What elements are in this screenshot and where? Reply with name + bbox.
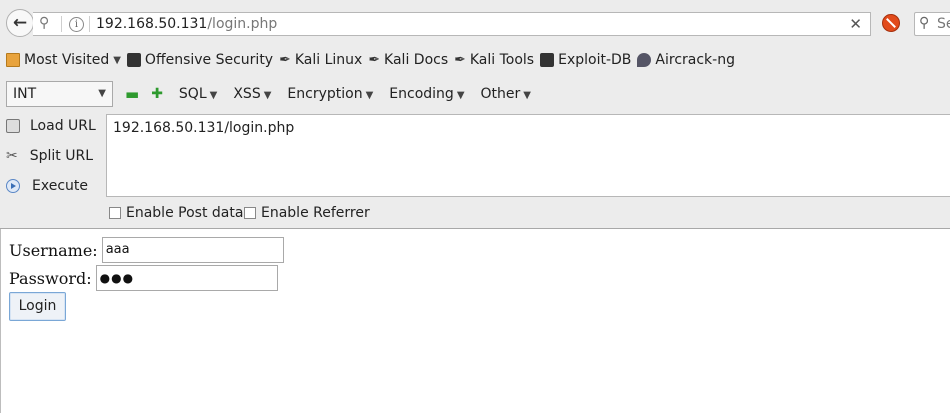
enable-post-checkbox[interactable]: Enable Post data bbox=[109, 205, 243, 221]
bookmark-kali-tools[interactable]: ✒ Kali Tools bbox=[454, 52, 534, 68]
plus-icon[interactable]: ✚ bbox=[151, 86, 163, 102]
hackbar-url-textarea[interactable]: 192.168.50.131/login.php bbox=[106, 114, 950, 197]
menu-other[interactable]: Other ▼ bbox=[481, 86, 531, 102]
search-placeholder: Se bbox=[937, 16, 950, 32]
bookmark-label: Aircrack-ng bbox=[655, 52, 735, 68]
login-button[interactable]: Login bbox=[9, 292, 66, 321]
enable-referrer-checkbox[interactable]: Enable Referrer bbox=[244, 205, 370, 221]
execute-label: Execute bbox=[32, 178, 88, 194]
menu-sql[interactable]: SQL ▼ bbox=[179, 86, 217, 102]
bookmark-aircrack-ng[interactable]: Aircrack-ng bbox=[637, 52, 735, 68]
bookmark-offensive-security[interactable]: Offensive Security bbox=[126, 52, 274, 68]
bookmark-most-visited[interactable]: Most Visited ▼ bbox=[6, 52, 121, 68]
chevron-down-icon: ▼ bbox=[209, 90, 218, 101]
bookmark-kali-linux[interactable]: ✒ Kali Linux bbox=[279, 52, 362, 68]
kali-dragon-icon: ✒ bbox=[368, 52, 381, 68]
bookmark-exploit-db[interactable]: Exploit-DB bbox=[540, 52, 631, 68]
chevron-down-icon: ▼ bbox=[456, 90, 465, 101]
menu-label: Other bbox=[480, 86, 521, 102]
search-icon: ⚲ bbox=[919, 15, 930, 31]
load-url-label: Load URL bbox=[30, 118, 96, 134]
menu-encryption[interactable]: Encryption ▼ bbox=[287, 86, 373, 102]
chevron-down-icon: ▼ bbox=[523, 90, 531, 101]
url-host: 192.168.50.131 bbox=[96, 16, 208, 32]
minus-icon[interactable]: ▬ bbox=[125, 85, 139, 103]
key-icon[interactable]: ⚲ bbox=[39, 15, 49, 31]
username-input[interactable]: aaa bbox=[101, 237, 284, 263]
menu-label: XSS bbox=[233, 86, 261, 102]
chevron-down-icon: ▼ bbox=[98, 88, 106, 99]
checkbox[interactable] bbox=[109, 207, 121, 219]
scissors-icon: ✂ bbox=[6, 148, 18, 164]
search-bar[interactable]: ⚲ Se bbox=[914, 12, 950, 36]
enable-referrer-label: Enable Referrer bbox=[261, 205, 370, 221]
hackbar-toolbar: INT ▼ ▬ ✚ SQL ▼ XSS ▼ Encryption ▼ Encoding… bbox=[0, 74, 950, 114]
password-label: Password: bbox=[9, 268, 92, 288]
split-url-label: Split URL bbox=[29, 148, 94, 164]
menu-encoding[interactable]: Encoding ▼ bbox=[389, 86, 464, 102]
int-select-value: INT bbox=[13, 86, 37, 102]
folder-icon bbox=[6, 53, 20, 67]
url-path: /login.php bbox=[207, 16, 278, 32]
info-icon[interactable]: i bbox=[69, 17, 84, 32]
arrow-left-icon: ← bbox=[12, 13, 28, 33]
password-input[interactable]: ●●● bbox=[95, 265, 278, 291]
bookmark-label: Exploit-DB bbox=[558, 52, 632, 68]
chevron-down-icon: ▼ bbox=[263, 90, 272, 101]
hackbar-panel: Load URL ✂ Split URL Execute 192.168.50.… bbox=[0, 114, 950, 228]
offsec-icon bbox=[126, 53, 141, 67]
navigation-bar: ← ⚲ i 192.168.50.131/login.php ✕ ⚲ Se bbox=[0, 0, 950, 46]
page-content: Username: aaa Password: ●●● Login bbox=[0, 229, 950, 413]
menu-label: Encoding bbox=[389, 86, 454, 102]
close-icon[interactable]: ✕ bbox=[849, 15, 862, 33]
menu-label: SQL bbox=[178, 86, 207, 102]
username-row: Username: aaa bbox=[9, 237, 284, 263]
bookmark-label: Kali Tools bbox=[469, 52, 535, 68]
play-icon bbox=[6, 179, 20, 193]
satellite-icon bbox=[637, 53, 652, 67]
back-button[interactable]: ← bbox=[6, 9, 34, 37]
enable-post-label: Enable Post data bbox=[126, 205, 244, 221]
load-url-icon bbox=[6, 119, 20, 133]
bookmark-label: Offensive Security bbox=[144, 52, 274, 68]
bookmark-label: Most Visited bbox=[24, 52, 110, 68]
bookmark-label: Kali Docs bbox=[384, 52, 449, 68]
bookmark-kali-docs[interactable]: ✒ Kali Docs bbox=[368, 52, 448, 68]
kali-dragon-icon: ✒ bbox=[454, 52, 466, 68]
chevron-down-icon: ▼ bbox=[113, 54, 121, 66]
url-bar[interactable]: ⚲ i 192.168.50.131/login.php ✕ bbox=[33, 12, 871, 36]
chevron-down-icon: ▼ bbox=[365, 90, 374, 101]
checkbox[interactable] bbox=[244, 207, 256, 219]
username-label: Username: bbox=[9, 240, 98, 260]
url-text[interactable]: 192.168.50.131/login.php bbox=[96, 16, 277, 32]
bookmark-label: Kali Linux bbox=[294, 52, 363, 68]
split-url-button[interactable]: ✂ Split URL bbox=[6, 144, 93, 168]
int-select[interactable]: INT ▼ bbox=[6, 81, 113, 107]
load-url-button[interactable]: Load URL bbox=[6, 114, 96, 138]
noscript-icon[interactable] bbox=[882, 14, 900, 32]
bookmarks-toolbar: Most Visited ▼ Offensive Security ✒ Kali… bbox=[0, 46, 950, 74]
kali-dragon-icon: ✒ bbox=[279, 52, 291, 68]
menu-label: Encryption bbox=[287, 86, 363, 102]
password-row: Password: ●●● bbox=[9, 265, 278, 291]
execute-button[interactable]: Execute bbox=[6, 174, 88, 198]
menu-xss[interactable]: XSS ▼ bbox=[233, 86, 271, 102]
exploitdb-icon bbox=[540, 53, 555, 67]
